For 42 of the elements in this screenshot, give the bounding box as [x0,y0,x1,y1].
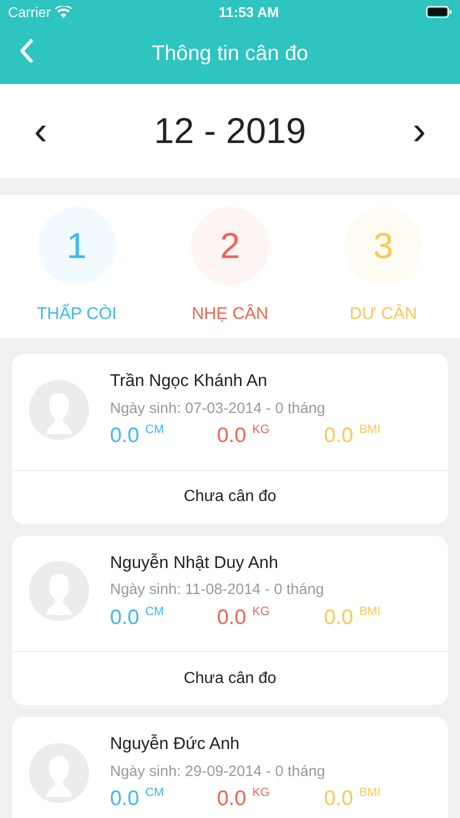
count-circle: 3 [344,206,422,285]
time-label: 11:53 AM [218,2,279,22]
unit-label: KG [252,785,270,799]
unit-label: KG [252,422,270,436]
measure-value: 0.0 [217,424,246,447]
birth-date-text: Ngày sinh: 11-08-2014 - 0 tháng [110,580,326,600]
screen-title: Thông tin cân đo [152,41,308,68]
measure-value: 0.0 [324,424,354,447]
back-icon [18,38,34,64]
birth-date-text: Ngày sinh: 29-09-2014 - 0 tháng [110,762,326,782]
carrier-label: Carrier [8,2,51,22]
measure-value: 0.0 [324,787,354,810]
measure-value: 0.0 [324,606,354,628]
measure-value: 0.0 [110,606,140,628]
wifi-icon [54,6,72,18]
unit-label: CM [145,422,164,436]
unit-label: CM [145,785,164,799]
category-label: THẤP CÒI [36,302,117,325]
unit-label: BMI [359,604,381,618]
count-circle: 1 [38,206,116,285]
month-label: 12 - 2019 [154,109,306,153]
measure-value: 0.0 [217,787,246,810]
battery-icon [426,6,452,18]
unit-label: CM [145,604,164,618]
count-circle: 2 [190,206,269,285]
unit-label: BMI [359,422,381,436]
category-label: NHẸ CÂN [192,302,268,325]
back-button[interactable] [18,38,34,64]
next-month-button[interactable]: › [402,111,436,151]
measure-value: 0.0 [217,606,246,628]
category-label: DƯ CÂN [350,302,418,325]
previous-month-button[interactable]: ‹ [24,111,58,151]
unit-label: BMI [359,785,381,799]
measure-value: 0.0 [110,787,140,810]
child-name: Nguyễn Nhật Duy Anh [110,552,280,574]
measure-status: Chưa cân đo [12,651,448,705]
birth-date-text: Ngày sinh: 07-03-2014 - 0 tháng [110,398,326,418]
child-name: Nguyễn Đức Anh [110,733,241,755]
measure-status: Chưa cân đo [12,470,448,524]
measure-value: 0.0 [110,424,140,447]
child-name: Trần Ngọc Khánh An [110,370,268,392]
unit-label: KG [252,604,270,618]
